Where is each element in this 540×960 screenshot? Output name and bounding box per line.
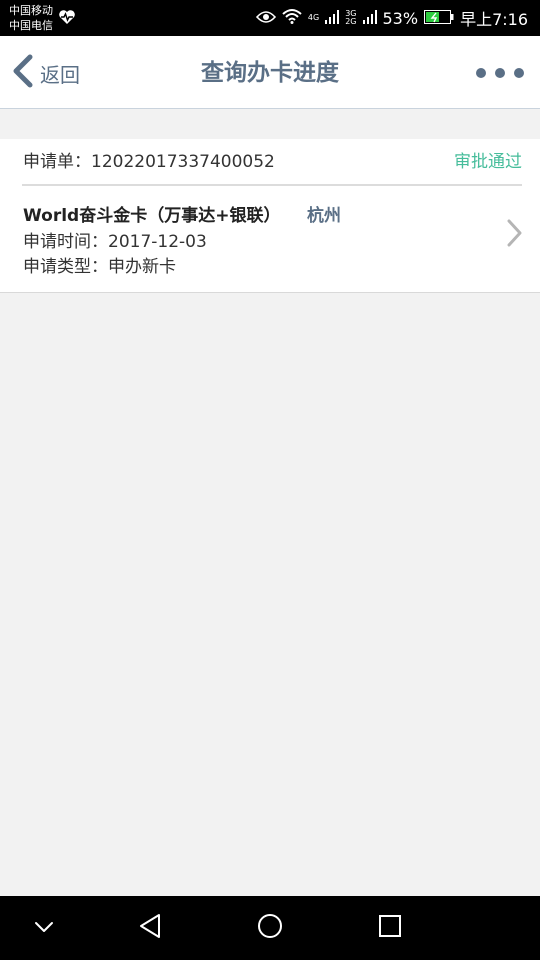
nav-recents-button[interactable] xyxy=(360,896,420,960)
battery-percent: 53% xyxy=(382,8,419,28)
city-label: 杭州 xyxy=(307,206,341,226)
status-badge: 审批通过 xyxy=(454,152,522,172)
collapse-button[interactable] xyxy=(14,896,74,960)
app-header: 返回 查询办卡进度 xyxy=(0,36,540,109)
chevron-down-icon xyxy=(33,919,55,938)
network-type-1: 4G xyxy=(307,13,320,22)
page-title: 查询办卡进度 xyxy=(201,60,339,86)
application-detail-row[interactable]: World奋斗金卡（万事达+银联） 杭州 申请时间：2017-12-03 申请类… xyxy=(0,191,540,291)
network-type-2: 3G 2G xyxy=(345,9,357,26)
health-icon xyxy=(58,9,76,29)
more-button[interactable] xyxy=(476,68,524,78)
chevron-right-icon xyxy=(506,219,522,251)
apply-type: 申请类型：申办新卡 xyxy=(23,257,176,277)
status-icons: 4G 3G 2G 53% 早上7:16 xyxy=(255,0,528,36)
nav-home-button[interactable] xyxy=(240,896,300,960)
application-summary-row: 申请单：12022017337400052 审批通过 xyxy=(23,145,522,173)
battery-icon xyxy=(424,9,454,28)
home-circle-icon xyxy=(256,912,284,944)
nav-back-button[interactable] xyxy=(120,896,180,960)
more-icon xyxy=(476,68,486,78)
carrier-info: 中国移动 中国电信 xyxy=(9,3,53,33)
status-bar: 中国移动 中国电信 4G 3G 2G 53% 早上7:16 xyxy=(0,0,540,36)
navigation-bar xyxy=(0,896,540,960)
triangle-back-icon xyxy=(138,913,162,943)
signal-icon-1 xyxy=(325,9,340,28)
more-icon xyxy=(514,68,524,78)
wifi-icon xyxy=(282,8,302,28)
more-icon xyxy=(495,68,505,78)
carrier-2: 中国电信 xyxy=(9,19,53,32)
apply-time: 申请时间：2017-12-03 xyxy=(23,232,207,252)
carrier-1: 中国移动 xyxy=(9,4,53,17)
signal-icon-2 xyxy=(362,9,377,28)
application-number: 申请单：12022017337400052 xyxy=(23,152,275,172)
application-card: 申请单：12022017337400052 审批通过 World奋斗金卡（万事达… xyxy=(0,139,540,293)
recents-square-icon xyxy=(378,914,402,942)
clock: 早上7:16 xyxy=(460,10,528,29)
divider xyxy=(22,184,522,186)
card-name: World奋斗金卡（万事达+银联） xyxy=(23,206,281,226)
eye-icon xyxy=(255,9,276,28)
